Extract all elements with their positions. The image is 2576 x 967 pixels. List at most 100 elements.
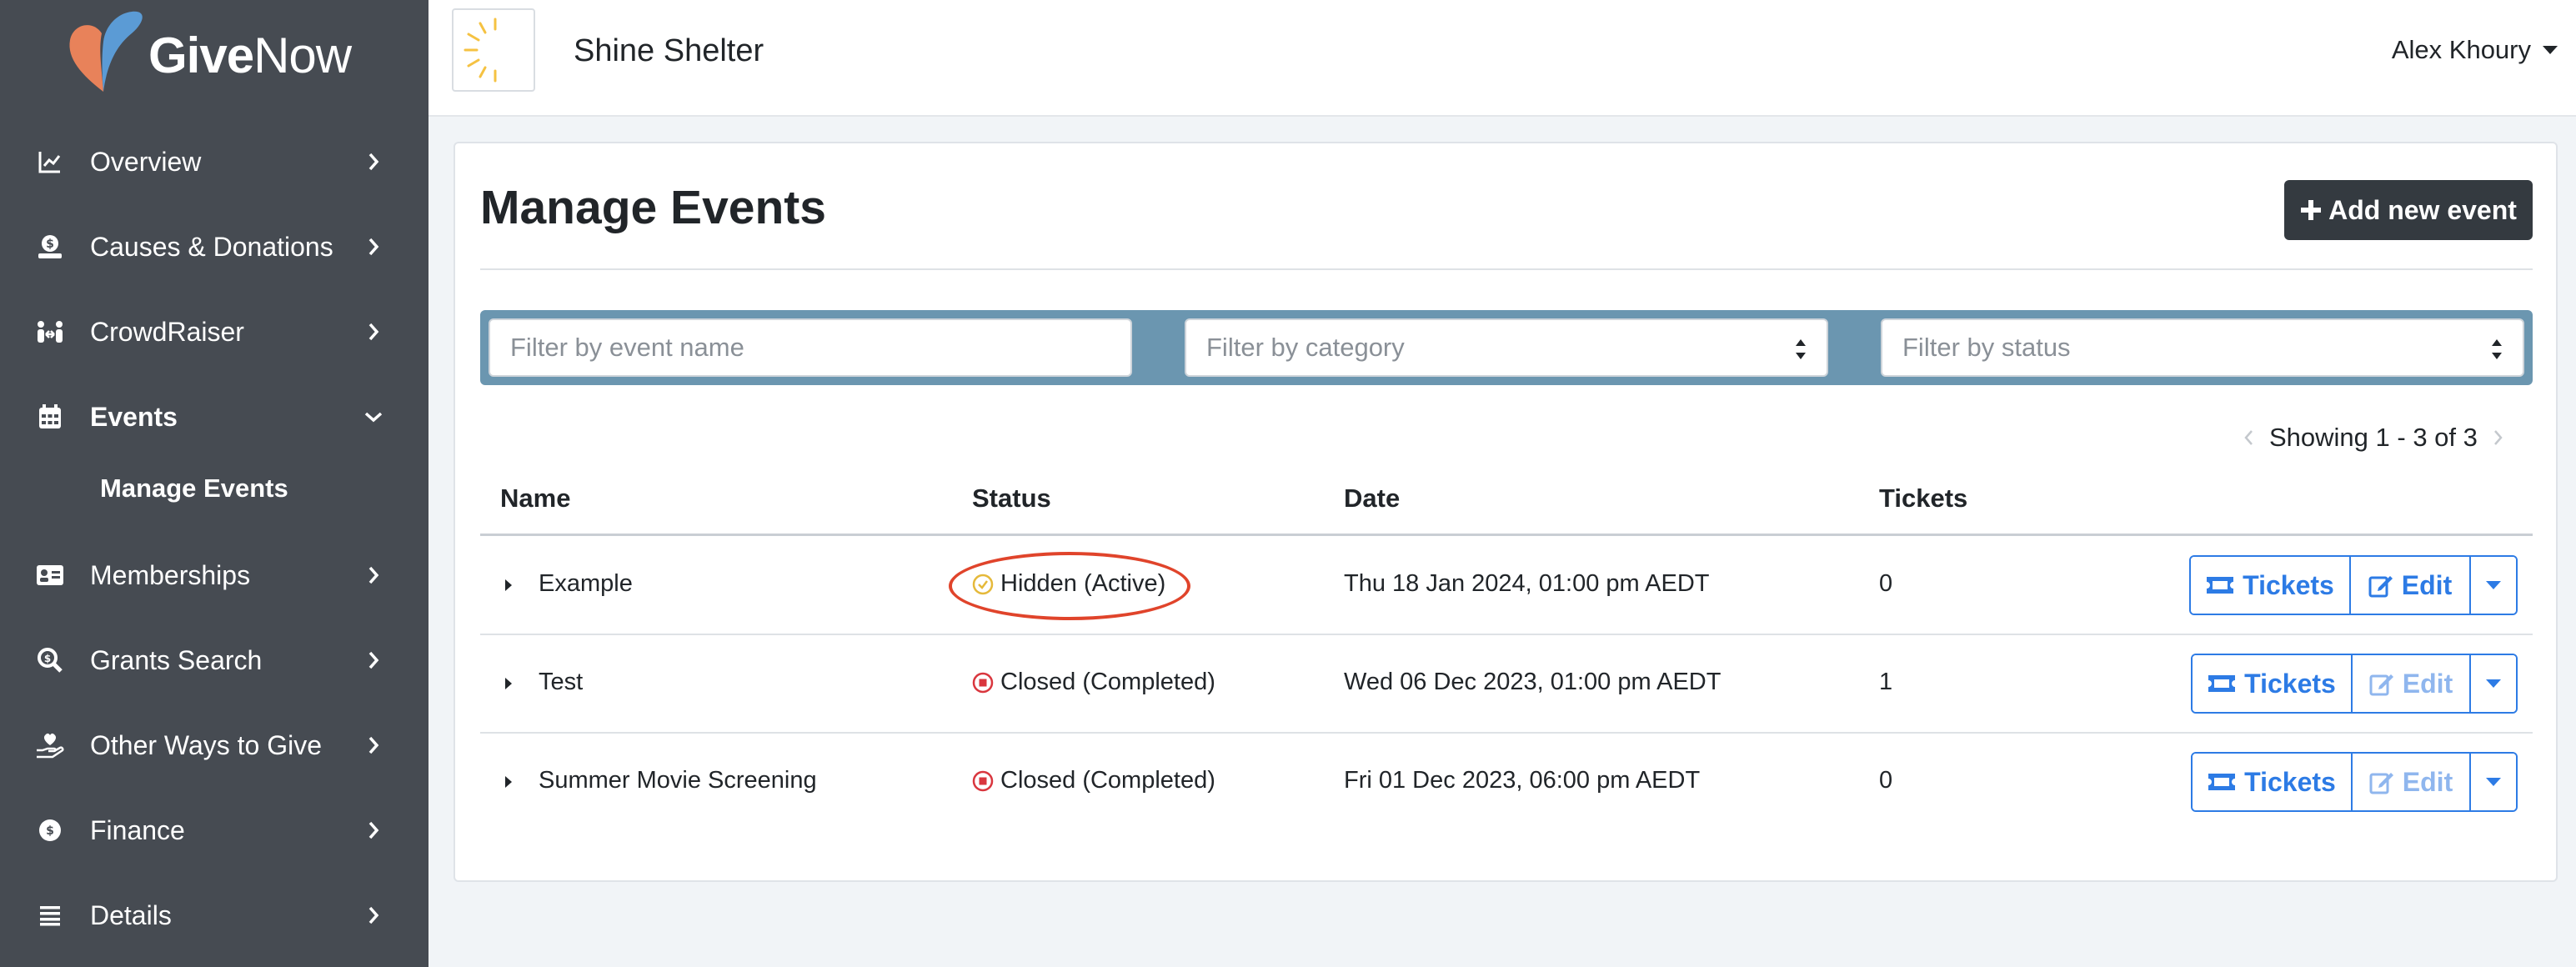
- add-new-event-button[interactable]: Add new event: [2284, 180, 2533, 240]
- chevron-right-icon: [358, 147, 388, 177]
- table-header-divider: [480, 534, 2533, 536]
- event-name[interactable]: Test: [539, 669, 583, 696]
- next-page-icon[interactable]: [2486, 421, 2511, 454]
- chevron-down-icon: [358, 402, 388, 432]
- event-tickets-count: 1: [1879, 669, 1893, 695]
- column-header-status[interactable]: Status: [972, 484, 1051, 514]
- status-text: Hidden (Active): [1000, 570, 1166, 597]
- event-tickets-count: 0: [1879, 570, 1893, 597]
- edit-icon: [2369, 773, 2393, 794]
- stop-circle-icon: [972, 672, 994, 693]
- filter-event-name-placeholder: Filter by event name: [510, 333, 744, 362]
- coins-icon: $: [33, 814, 67, 847]
- status-text: Closed (Completed): [1000, 669, 1215, 695]
- more-actions-dropdown[interactable]: [2471, 754, 2516, 810]
- brand-name: GiveNow: [148, 28, 352, 83]
- event-date: Thu 18 Jan 2024, 01:00 pm AEDT: [1344, 570, 1710, 597]
- chevron-right-icon: [358, 645, 388, 675]
- chevron-right-icon: [358, 900, 388, 930]
- expand-row-icon[interactable]: [500, 577, 517, 594]
- sidebar-item-details[interactable]: Details: [0, 882, 428, 949]
- edit-button[interactable]: Edit: [2351, 557, 2471, 614]
- user-menu[interactable]: Alex Khoury: [2392, 35, 2558, 65]
- edit-label: Edit: [2401, 569, 2453, 600]
- more-actions-dropdown[interactable]: [2471, 655, 2516, 712]
- pagination: Showing 1 - 3 of 3: [2236, 417, 2533, 458]
- ticket-icon: [2207, 577, 2234, 594]
- sidebar-item-events[interactable]: Events: [0, 383, 428, 450]
- ticket-icon: [2208, 675, 2236, 692]
- page-title: Manage Events: [480, 181, 826, 234]
- status-badge: Closed (Completed): [972, 767, 1215, 794]
- column-header-tickets[interactable]: Tickets: [1879, 484, 1967, 514]
- tickets-button[interactable]: Tickets: [2193, 754, 2353, 810]
- more-actions-dropdown[interactable]: [2471, 557, 2516, 614]
- event-date: Wed 06 Dec 2023, 01:00 pm AEDT: [1344, 669, 1722, 695]
- chevron-right-icon: [358, 730, 388, 760]
- select-arrows-icon: [1796, 339, 1806, 359]
- prev-page-icon[interactable]: [2236, 421, 2261, 454]
- caret-down-icon: [2543, 46, 2558, 54]
- sidebar-item-memberships[interactable]: Memberships: [0, 542, 428, 609]
- status-text: Closed (Completed): [1000, 767, 1215, 794]
- tickets-label: Tickets: [2244, 668, 2336, 699]
- sidebar-item-finance[interactable]: $ Finance: [0, 797, 428, 864]
- sidebar-item-other-ways-to-give[interactable]: Other Ways to Give: [0, 712, 428, 779]
- hand-holding-heart-icon: [33, 729, 67, 762]
- chart-line-icon: [33, 145, 67, 178]
- status-badge: Hidden (Active): [972, 570, 1165, 598]
- sidebar-item-label: Details: [90, 899, 172, 930]
- sidebar-item-label: Overview: [90, 146, 202, 177]
- filter-bar: Filter by event name Filter by category …: [480, 310, 2533, 385]
- event-name[interactable]: Example: [539, 570, 633, 598]
- check-circle-icon: [972, 574, 994, 594]
- edit-button[interactable]: Edit: [2353, 754, 2471, 810]
- edit-button[interactable]: Edit: [2353, 655, 2471, 712]
- tickets-button[interactable]: Tickets: [2191, 557, 2351, 614]
- column-header-date[interactable]: Date: [1344, 484, 1400, 514]
- id-card-icon: [33, 559, 67, 592]
- row-actions: Tickets Edit: [2191, 654, 2518, 714]
- chevron-right-icon: [358, 232, 388, 262]
- expand-row-icon[interactable]: [500, 675, 517, 692]
- donation-icon: $: [33, 230, 67, 263]
- tickets-button[interactable]: Tickets: [2193, 655, 2353, 712]
- chevron-right-icon: [358, 560, 388, 590]
- sidebar-item-causes-donations[interactable]: $ Causes & Donations: [0, 213, 428, 280]
- calendar-icon: [33, 400, 67, 433]
- stop-circle-icon: [972, 770, 994, 791]
- sidebar-item-label: Causes & Donations: [90, 231, 333, 262]
- filter-status-select[interactable]: Filter by status: [1881, 318, 2524, 377]
- event-tickets-count: 0: [1879, 767, 1893, 794]
- sidebar-item-label: Finance: [90, 814, 185, 845]
- sidebar-item-grants-search[interactable]: $ Grants Search: [0, 627, 428, 694]
- sidebar-item-crowdraiser[interactable]: CrowdRaiser: [0, 298, 428, 365]
- row-actions: Tickets Edit: [2191, 752, 2518, 812]
- user-name: Alex Khoury: [2391, 35, 2531, 64]
- sidebar-item-label: Other Ways to Give: [90, 729, 322, 760]
- caret-down-icon: [2486, 679, 2501, 688]
- givenow-logo[interactable]: GiveNow: [65, 8, 365, 100]
- sidebar-item-overview[interactable]: Overview: [0, 128, 428, 195]
- pagination-text: Showing 1 - 3 of 3: [2269, 423, 2478, 452]
- org-logo[interactable]: [452, 8, 535, 92]
- svg-text:$: $: [44, 653, 51, 664]
- sidebar-subitem-manage-events[interactable]: Manage Events: [100, 473, 288, 504]
- filter-status-placeholder: Filter by status: [1902, 333, 2071, 362]
- filter-event-name-input[interactable]: Filter by event name: [489, 318, 1132, 377]
- expand-row-icon[interactable]: [500, 774, 517, 790]
- filter-category-select[interactable]: Filter by category: [1185, 318, 1828, 377]
- top-header: Shine Shelter Alex Khoury: [428, 0, 2576, 117]
- tickets-label: Tickets: [2243, 569, 2334, 600]
- sidebar-item-label: Memberships: [90, 559, 251, 590]
- ticket-icon: [2208, 774, 2236, 790]
- edit-icon: [2368, 576, 2393, 598]
- list-icon: [33, 899, 67, 932]
- column-header-name[interactable]: Name: [500, 484, 570, 514]
- event-name[interactable]: Summer Movie Screening: [539, 767, 817, 794]
- sidebar-item-label: Grants Search: [90, 644, 263, 675]
- givenow-heart-icon: [69, 11, 143, 93]
- people-arrows-icon: [33, 315, 67, 348]
- sidebar-item-label: Events: [90, 401, 178, 432]
- search-dollar-icon: $: [33, 644, 67, 677]
